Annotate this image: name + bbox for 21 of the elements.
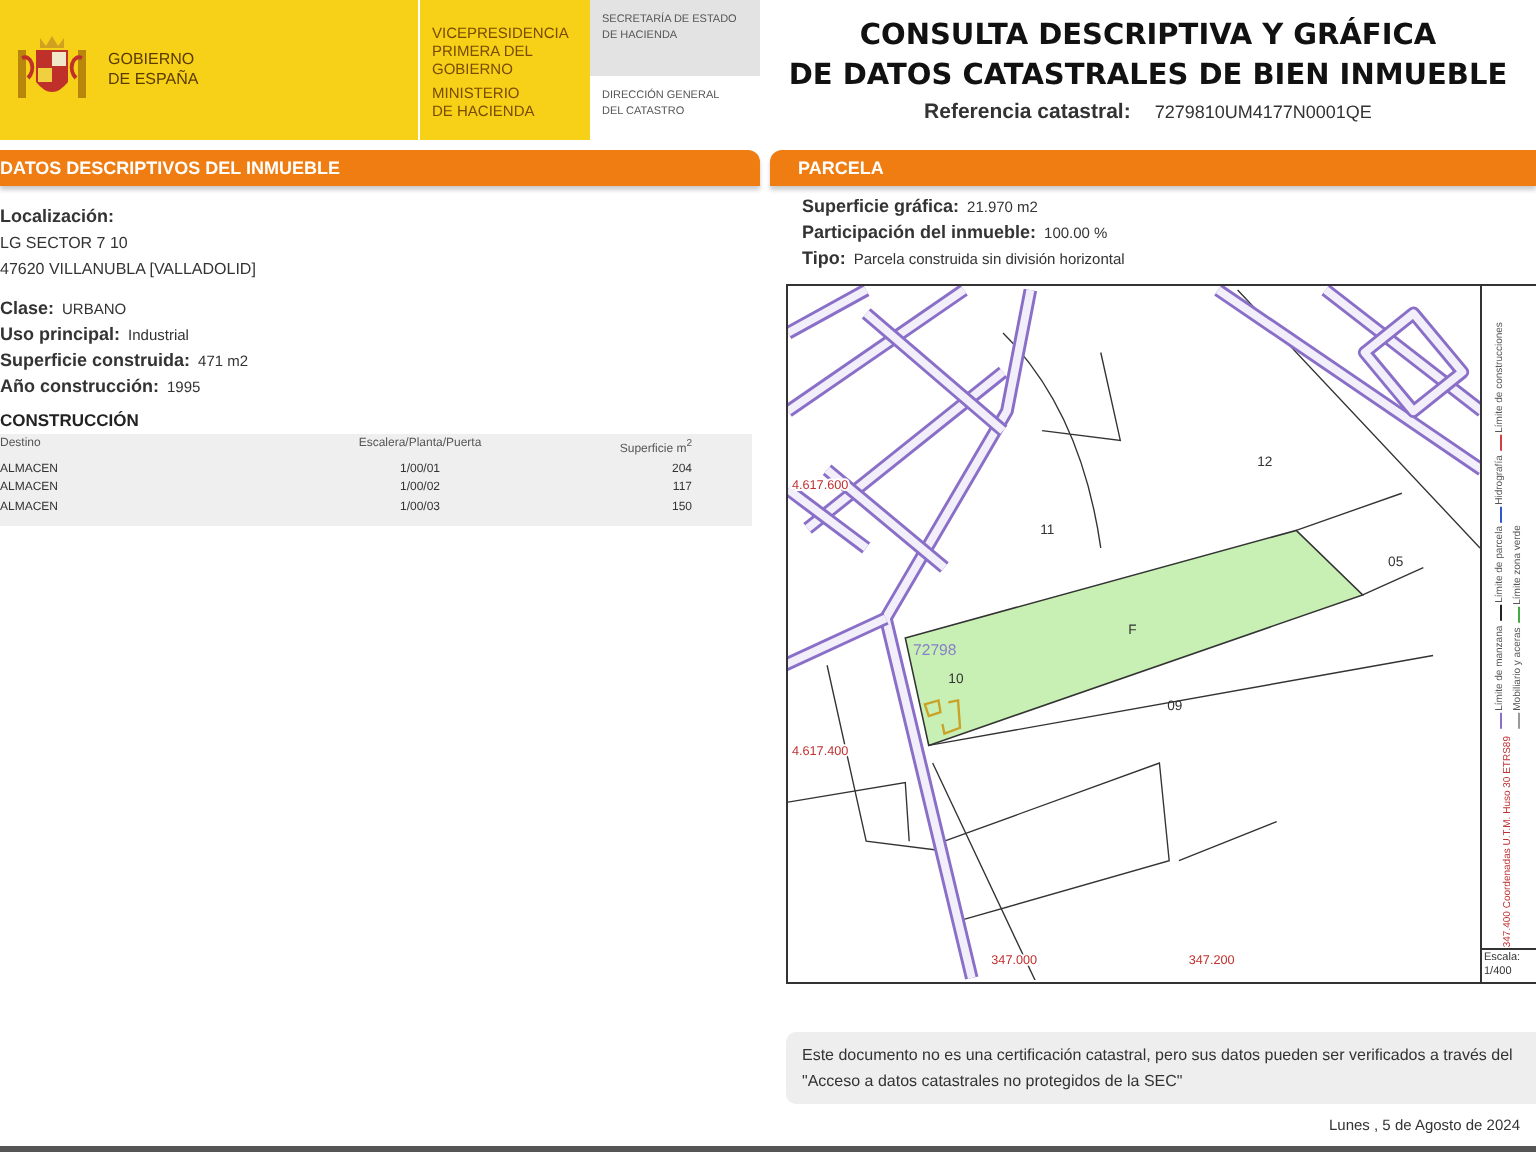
government-name: DE ESPAÑA xyxy=(108,70,199,90)
government-name: GOBIERNO xyxy=(108,50,197,70)
field-label: Superficie gráfica: xyxy=(802,194,960,220)
field-label: Clase: xyxy=(0,296,55,322)
section-header: DATOS DESCRIPTIVOS DEL INMUEBLE xyxy=(0,150,760,186)
document-title: DE DATOS CATASTRALES DE BIEN INMUEBLE xyxy=(788,58,1508,96)
address-line: 47620 VILLANUBLA [VALLADOLID] xyxy=(0,258,258,282)
section-header: PARCELA xyxy=(770,150,1536,186)
field-label: Uso principal: xyxy=(0,322,121,348)
field-label: Año construcción: xyxy=(0,374,160,400)
field-label: Superficie construida: xyxy=(0,348,191,374)
field-label: Localización: xyxy=(0,204,117,230)
reference-value: 7279810UM4177N0001QE xyxy=(1154,102,1372,122)
field-label: Participación del inmueble: xyxy=(802,220,1037,246)
disclaimer-note: Este documento no es una certificación catastral, pero sus datos pueden ser verificados a través del "Acceso a datos catastrales no protegidos de la SEC" xyxy=(786,1032,1536,1104)
field-label: Tipo: xyxy=(802,246,846,272)
reference-label: Referencia catastral: xyxy=(924,100,1131,124)
document-title: CONSULTA DESCRIPTIVA Y GRÁFICA xyxy=(859,16,1437,56)
section-subheading: CONSTRUCCIÓN xyxy=(0,408,141,432)
address-line: LG SECTOR 7 10 xyxy=(0,232,130,256)
parcel-number: 72798 xyxy=(913,641,957,660)
